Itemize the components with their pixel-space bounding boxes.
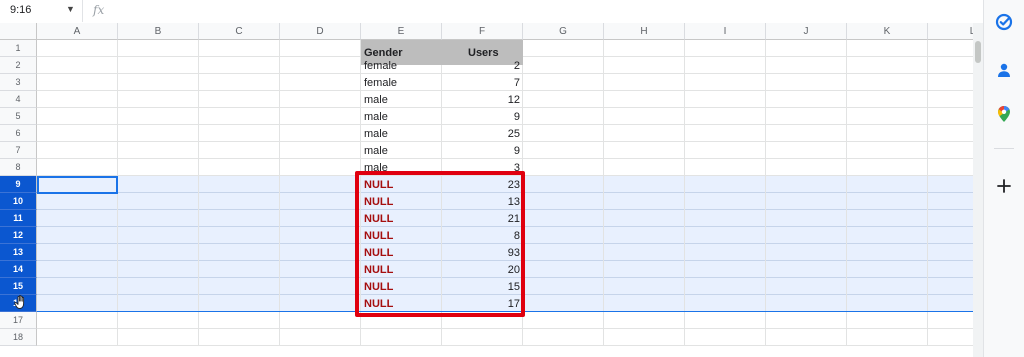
fx-icon: fx: [93, 3, 105, 17]
row-header-6[interactable]: 6: [0, 125, 37, 142]
row-header-5[interactable]: 5: [0, 108, 37, 125]
maps-icon[interactable]: [994, 104, 1014, 124]
column-header-j[interactable]: J: [766, 23, 847, 40]
column-header-b[interactable]: B: [118, 23, 199, 40]
add-icon[interactable]: [994, 176, 1014, 196]
side-panel-divider: [994, 148, 1014, 149]
row-header-18[interactable]: 18: [0, 329, 37, 346]
formula-bar: 9:16 ▼ fx: [0, 0, 983, 24]
column-gridline: [846, 40, 847, 346]
column-header-i[interactable]: I: [685, 23, 766, 40]
column-gridline: [927, 40, 928, 346]
column-gridline: [684, 40, 685, 346]
tasks-icon[interactable]: [994, 12, 1014, 32]
row-header-14[interactable]: 14: [0, 261, 37, 278]
column-header-h[interactable]: H: [604, 23, 685, 40]
null-values-highlight: [355, 171, 525, 317]
users-cell[interactable]: 7: [445, 75, 520, 91]
row-header-3[interactable]: 3: [0, 74, 37, 91]
column-header-c[interactable]: C: [199, 23, 280, 40]
row-header-8[interactable]: 8: [0, 159, 37, 176]
column-gridline: [279, 40, 280, 346]
column-header-k[interactable]: K: [847, 23, 928, 40]
gender-cell[interactable]: male: [364, 143, 439, 159]
hand-cursor-icon: [13, 294, 29, 315]
column-gridline: [765, 40, 766, 346]
gender-cell[interactable]: male: [364, 109, 439, 125]
contacts-icon[interactable]: [994, 60, 1014, 80]
users-cell[interactable]: 12: [445, 92, 520, 108]
row-18: [37, 329, 973, 346]
column-header-a[interactable]: A: [37, 23, 118, 40]
scrollbar-thumb[interactable]: [975, 41, 981, 63]
row-header-12[interactable]: 12: [0, 227, 37, 244]
column-header-g[interactable]: G: [523, 23, 604, 40]
column-header-e[interactable]: E: [361, 23, 442, 40]
gender-cell[interactable]: female: [364, 58, 439, 74]
name-box[interactable]: 9:16 ▼: [0, 0, 83, 22]
column-header-d[interactable]: D: [280, 23, 361, 40]
side-panel: [983, 0, 1024, 357]
users-cell[interactable]: 25: [445, 126, 520, 142]
vertical-scrollbar[interactable]: [973, 23, 983, 357]
formula-input[interactable]: [118, 3, 958, 19]
users-cell[interactable]: 2: [445, 58, 520, 74]
column-gridline: [603, 40, 604, 346]
select-all-corner[interactable]: [0, 23, 37, 40]
row-header-9[interactable]: 9: [0, 176, 37, 193]
name-box-value: 9:16: [10, 4, 32, 16]
name-box-dropdown-icon[interactable]: ▼: [66, 4, 75, 14]
active-cell[interactable]: [37, 176, 118, 194]
row-header-1[interactable]: 1: [0, 40, 37, 57]
row-header-7[interactable]: 7: [0, 142, 37, 159]
gender-cell[interactable]: female: [364, 75, 439, 91]
column-gridline: [198, 40, 199, 346]
spreadsheet-grid[interactable]: 123456789101112131415161718ABCDEFGHIJKLG…: [0, 23, 1018, 357]
row-header-2[interactable]: 2: [0, 57, 37, 74]
gender-cell[interactable]: male: [364, 92, 439, 108]
row-header-15[interactable]: 15: [0, 278, 37, 295]
gender-cell[interactable]: male: [364, 126, 439, 142]
row-gridline: [37, 345, 973, 346]
users-cell[interactable]: 9: [445, 143, 520, 159]
column-header-f[interactable]: F: [442, 23, 523, 40]
row-header-13[interactable]: 13: [0, 244, 37, 261]
row-header-4[interactable]: 4: [0, 91, 37, 108]
row-header-11[interactable]: 11: [0, 210, 37, 227]
users-cell[interactable]: 9: [445, 109, 520, 125]
row-header-10[interactable]: 10: [0, 193, 37, 210]
